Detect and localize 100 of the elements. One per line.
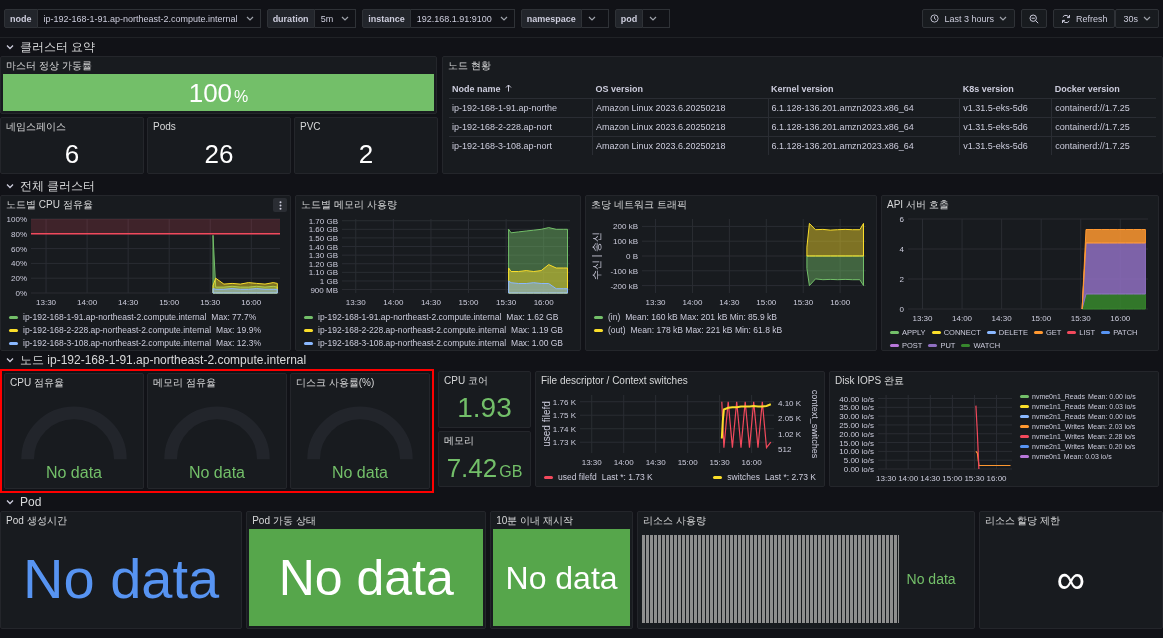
variable-label: namespace: [520, 9, 582, 28]
column-header[interactable]: K8s version: [959, 80, 1052, 99]
legend-label[interactable]: ip-192-168-2-228.ap-northeast-2.compute.internal: [318, 325, 507, 335]
axis-tick: 14:30: [920, 474, 941, 483]
table-cell: containerd://1.7.25: [1051, 117, 1156, 137]
refresh-interval-select[interactable]: 30s: [1115, 9, 1159, 28]
zoom-out-button[interactable]: [1020, 9, 1047, 28]
stat-value: 2: [358, 141, 374, 167]
time-range-picker[interactable]: Last 3 hours: [922, 9, 1015, 28]
axis-tick: 15.00 io/s: [839, 438, 874, 448]
panel-title: 디스크 사용률(%): [296, 375, 375, 390]
axis-title: used filefd: [541, 401, 552, 447]
axis-tick: 14:00: [383, 298, 404, 307]
caret-icon: [1143, 16, 1151, 21]
legend-value: Max: 77.7%: [211, 312, 257, 322]
axis-tick: 13:30: [876, 474, 897, 483]
axis-tick: 1.40 GB: [308, 242, 338, 252]
axis-tick: 900 MB: [310, 285, 338, 295]
axis-tick: 100%: [6, 215, 27, 224]
axis-tick: 35.00 io/s: [839, 403, 874, 413]
axis-tick: 0.00 io/s: [843, 465, 874, 474]
axis-tick: 15:30: [496, 298, 517, 307]
axis-tick: 25.00 io/s: [839, 420, 874, 430]
column-header[interactable]: Docker version: [1051, 80, 1156, 99]
stat-value: No data: [906, 570, 956, 587]
row-title[interactable]: 전체 클러스터: [20, 177, 96, 195]
axis-tick: 512: [778, 445, 792, 454]
chevron-icon[interactable]: [6, 356, 14, 364]
axis-tick: 1.76 K: [552, 397, 576, 407]
row-title[interactable]: 노드 ip-192-168-1-91.ap-northeast-2.compute.internal: [20, 351, 307, 369]
legend-label[interactable]: (in): [608, 312, 621, 322]
legend-value: Max: 1.62 GB: [506, 312, 559, 322]
panel-title: Pods: [153, 121, 176, 132]
table-cell: ip-192-168-2-228.ap-nort: [449, 117, 593, 137]
row-title[interactable]: Pod: [20, 495, 42, 509]
axis-tick: 14:00: [898, 474, 919, 483]
refresh-icon: [1060, 13, 1071, 24]
stat-unit: GB: [499, 463, 523, 480]
axis-tick: 14:30: [991, 314, 1012, 323]
axis-tick: -100 kB: [610, 266, 638, 276]
panel-title: 초당 네트워크 트래픽: [591, 197, 687, 212]
column-header[interactable]: Node name: [449, 80, 593, 99]
variable-select[interactable]: 5m: [314, 9, 357, 28]
legend-label[interactable]: (out): [608, 325, 626, 335]
variable-label: node: [4, 9, 38, 28]
axis-title: context_switches: [810, 389, 820, 459]
legend-value: Max: 12.3%: [216, 338, 261, 348]
axis-tick: 4.10 K: [778, 399, 802, 408]
refresh-button[interactable]: Refresh: [1052, 9, 1116, 28]
panel-title: API 서버 호출: [887, 197, 949, 212]
chevron-icon[interactable]: [6, 182, 14, 190]
axis-tick: 14:00: [77, 298, 98, 307]
column-header[interactable]: OS version: [592, 80, 769, 99]
axis-tick: 1.74 K: [552, 424, 576, 434]
panel-title: 노드 현황: [448, 58, 491, 73]
legend-label[interactable]: switches: [727, 472, 760, 482]
axis-tick: 1 GB: [319, 276, 338, 286]
axis-tick: 0 B: [626, 252, 638, 261]
table-cell: ip-192-168-3-108.ap-nort: [449, 136, 593, 155]
variable-select[interactable]: ip-192-168-1-91.ap-northeast-2.compute.internal: [37, 9, 261, 28]
panel-title: 리소스 사용량: [642, 513, 706, 528]
sort-ascending-icon: [504, 84, 512, 92]
menu-icon: [278, 200, 282, 210]
variable-label: duration: [266, 9, 315, 28]
legend-label[interactable]: ip-192-168-1-91.ap-northeast-2.compute.internal: [318, 312, 502, 322]
table-cell: v1.31.5-eks-5d6: [959, 117, 1052, 137]
axis-tick: 14:00: [613, 458, 634, 467]
axis-tick: 15:00: [159, 298, 180, 307]
axis-tick: 13:30: [345, 298, 366, 307]
axis-tick: 2.05 K: [778, 414, 802, 424]
axis-tick: 13:30: [645, 298, 666, 307]
axis-tick: 1.02 K: [778, 429, 802, 439]
axis-tick: 15:30: [793, 298, 814, 307]
legend-label[interactable]: ip-192-168-2-228.ap-northeast-2.compute.internal: [23, 325, 212, 335]
row-title[interactable]: 클러스터 요약: [20, 38, 96, 56]
axis-tick: 40%: [11, 259, 27, 269]
legend-label[interactable]: ip-192-168-3-108.ap-northeast-2.compute.internal: [23, 338, 212, 348]
stat-value: ∞: [1056, 558, 1086, 599]
chevron-icon[interactable]: [6, 43, 14, 51]
axis-tick: 6: [899, 215, 904, 224]
axis-tick: 20.00 io/s: [839, 429, 874, 439]
panel-title: 마스터 정상 가동률: [6, 58, 92, 73]
variable-select[interactable]: 192.168.1.91:9100: [410, 9, 515, 28]
axis-tick: 4: [899, 245, 904, 254]
legend-label[interactable]: ip-192-168-1-91.ap-northeast-2.compute.internal: [23, 312, 207, 322]
axis-tick: 5.00 io/s: [843, 456, 874, 466]
stat-value: 1.93: [457, 394, 512, 422]
caret-icon: [245, 16, 254, 21]
panel-menu-button[interactable]: [273, 198, 287, 212]
panel-title: CPU 점유율: [10, 375, 64, 390]
legend-label[interactable]: ip-192-168-3-108.ap-northeast-2.compute.internal: [318, 338, 507, 348]
chevron-icon[interactable]: [6, 498, 14, 506]
table-cell: 6.1.128-136.201.amzn2023.x86_64: [768, 136, 960, 155]
axis-tick: 20%: [11, 274, 27, 284]
column-header[interactable]: Kernel version: [768, 80, 960, 99]
axis-tick: 15:00: [942, 474, 963, 483]
axis-tick: 1.75 K: [552, 411, 576, 421]
axis-tick: 0: [899, 305, 904, 314]
legend-label[interactable]: used filefd: [558, 472, 597, 482]
axis-tick: 16:00: [986, 474, 1007, 483]
